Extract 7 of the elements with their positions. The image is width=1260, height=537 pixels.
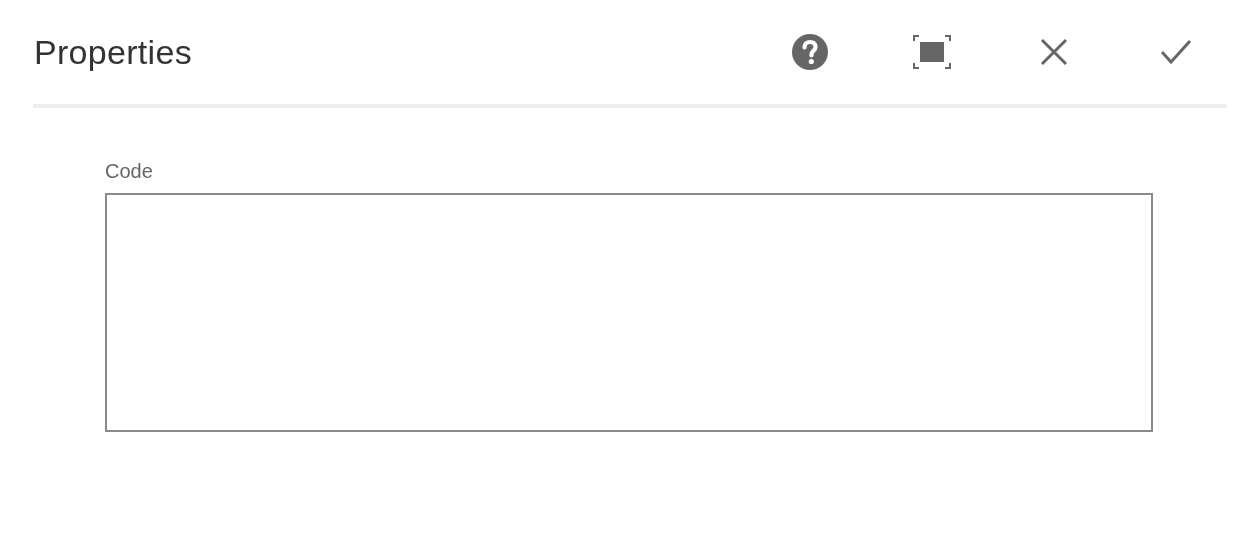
fullscreen-icon	[913, 35, 951, 69]
code-field[interactable]	[105, 193, 1153, 432]
help-icon	[791, 33, 829, 71]
close-icon	[1040, 38, 1068, 66]
dialog-title: Properties	[34, 32, 192, 72]
field-label: Code	[105, 160, 154, 183]
checkmark-icon	[1160, 39, 1192, 65]
